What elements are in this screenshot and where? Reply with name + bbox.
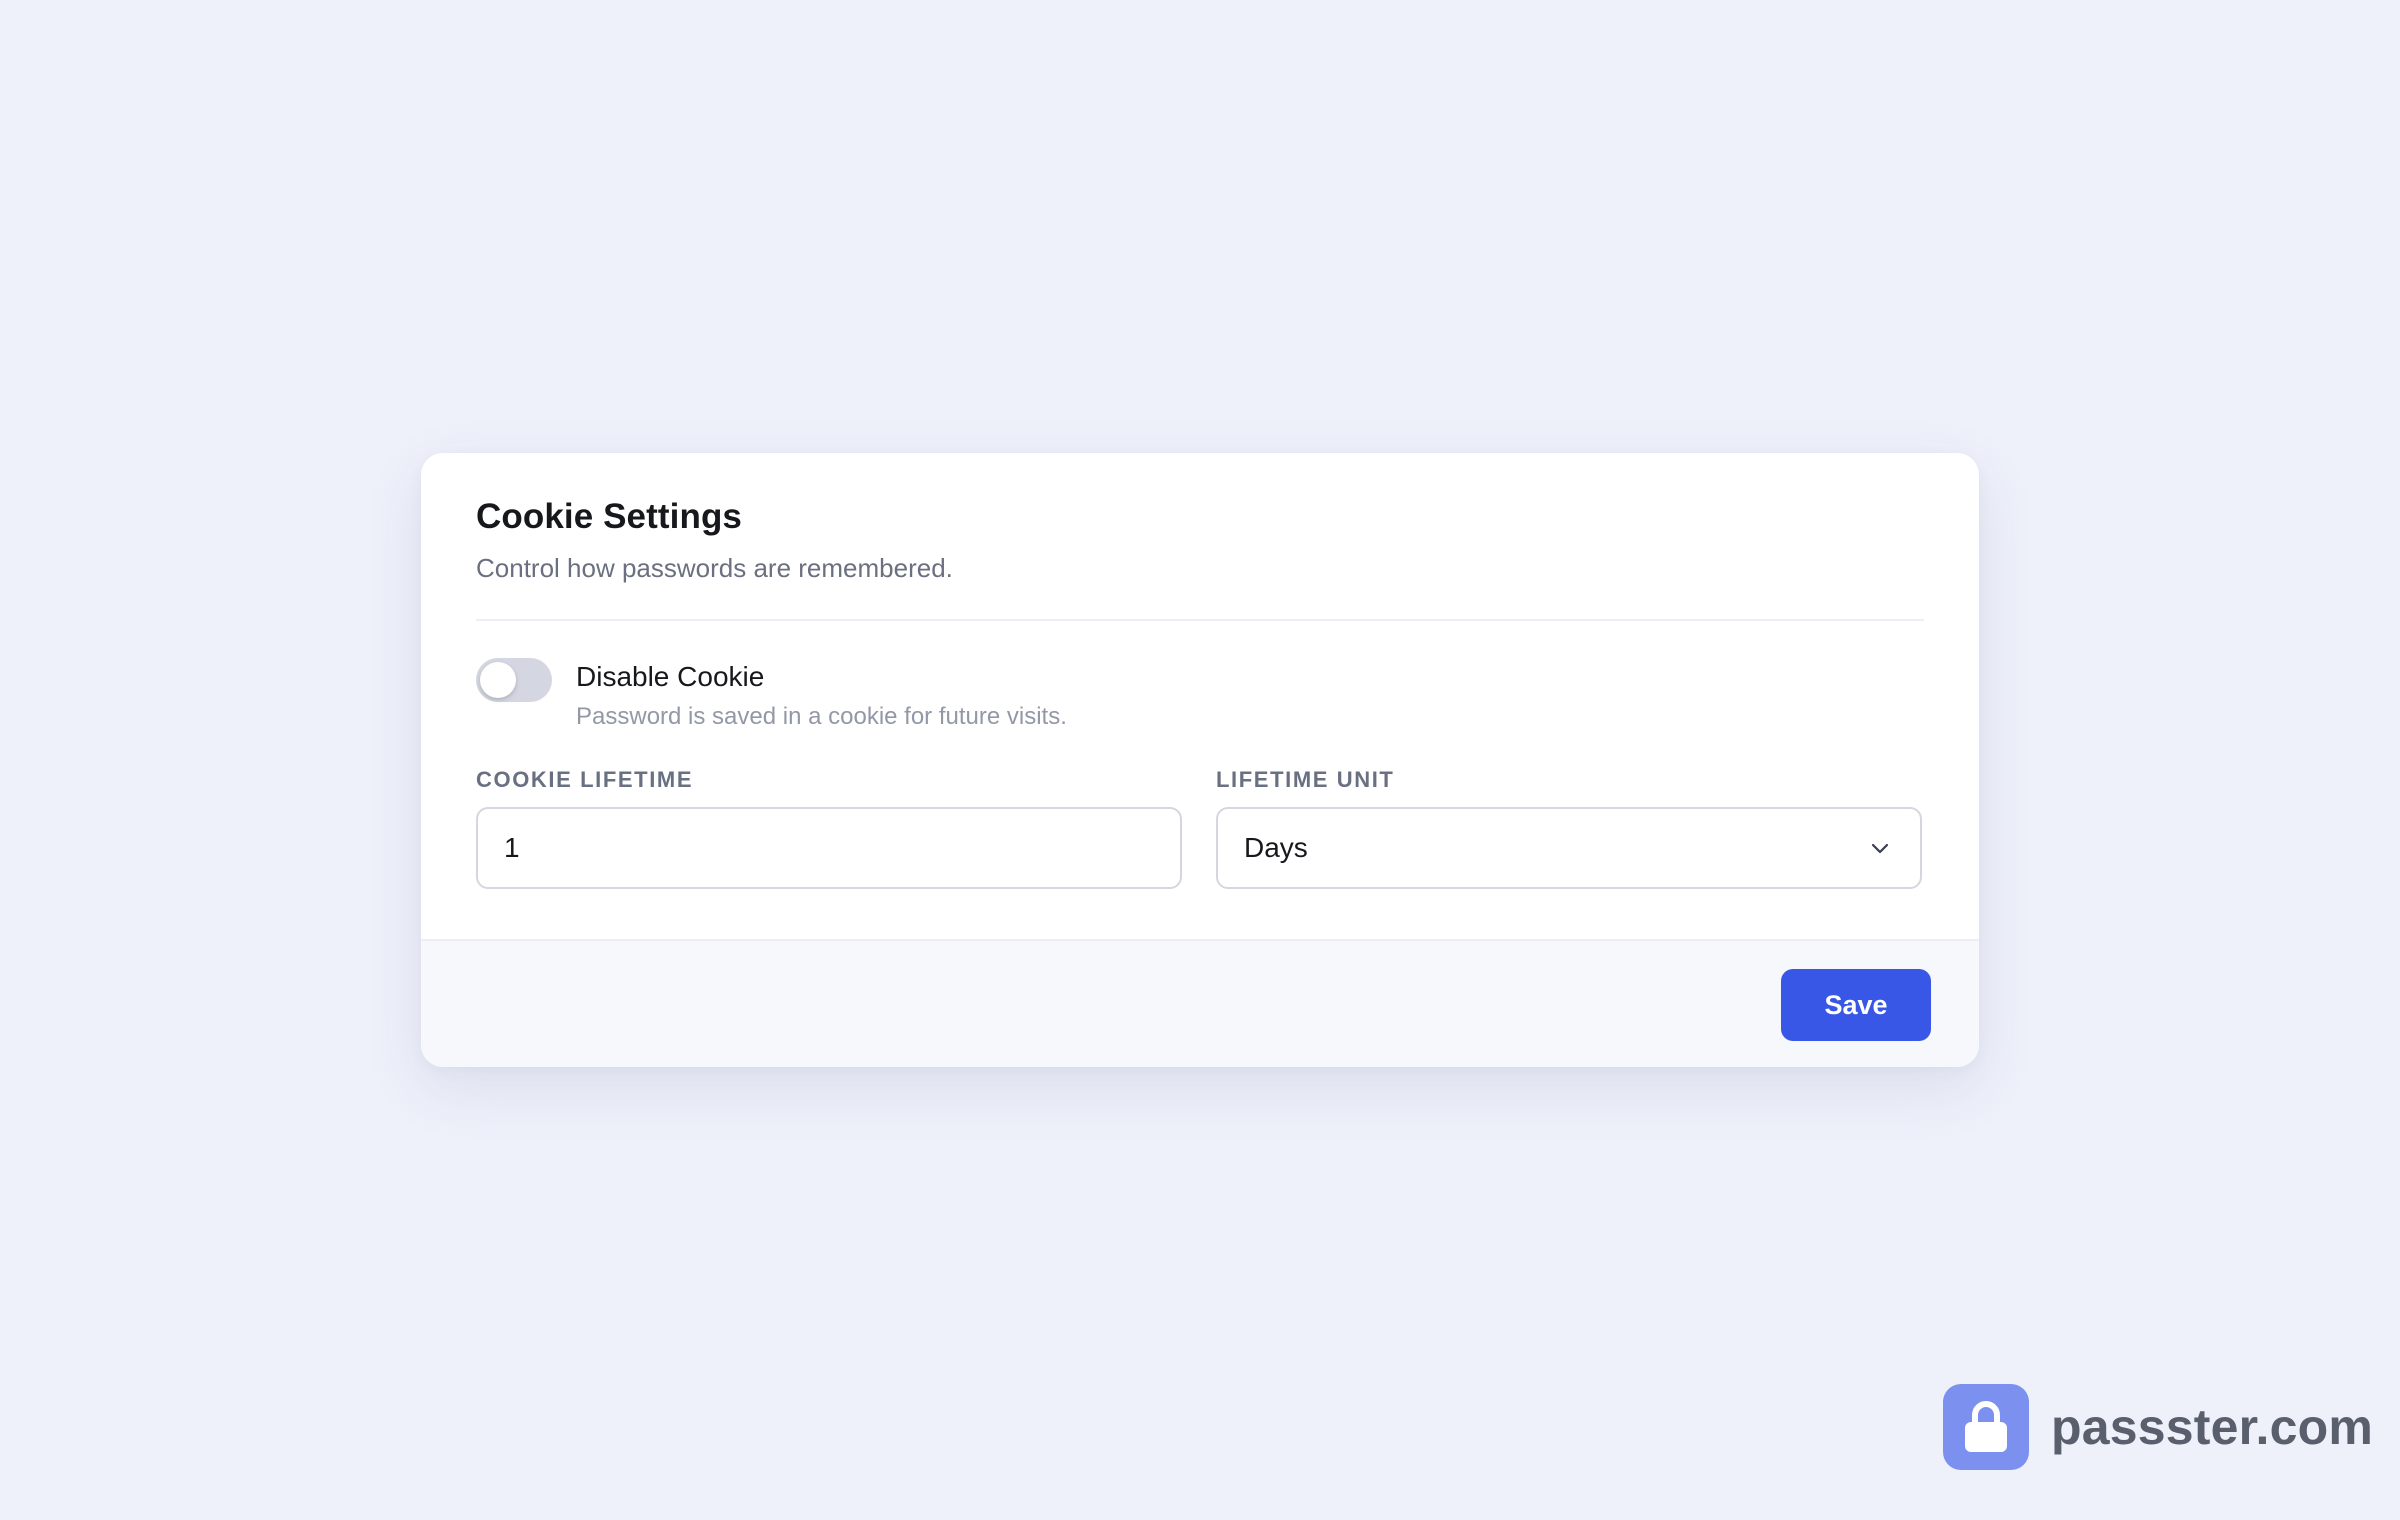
chevron-down-icon: [1871, 843, 1889, 854]
disable-cookie-help: Password is saved in a cookie for future…: [576, 703, 1067, 730]
lock-icon: [1943, 1384, 2029, 1470]
disable-cookie-label: Disable Cookie: [576, 661, 765, 692]
card-footer: Save: [421, 939, 1979, 1067]
disable-cookie-toggle[interactable]: [476, 658, 552, 702]
lifetime-unit-label: LIFETIME UNIT: [1216, 767, 1395, 792]
lifetime-unit-select[interactable]: Days: [1216, 807, 1922, 889]
brand-name: passster.com: [2051, 1399, 2374, 1455]
divider: [476, 619, 1924, 621]
save-button[interactable]: Save: [1781, 969, 1931, 1041]
card-title: Cookie Settings: [476, 497, 742, 536]
cookie-settings-card: Cookie Settings Control how passwords ar…: [421, 453, 1979, 1067]
cookie-lifetime-input[interactable]: 1: [476, 807, 1182, 889]
brand-logo: passster.com: [1943, 1384, 2373, 1470]
card-subtitle: Control how passwords are remembered.: [476, 553, 953, 583]
cookie-lifetime-value: 1: [504, 832, 520, 863]
lifetime-unit-value: Days: [1244, 832, 1308, 863]
toggle-knob: [480, 662, 516, 698]
cookie-lifetime-label: COOKIE LIFETIME: [476, 767, 694, 792]
